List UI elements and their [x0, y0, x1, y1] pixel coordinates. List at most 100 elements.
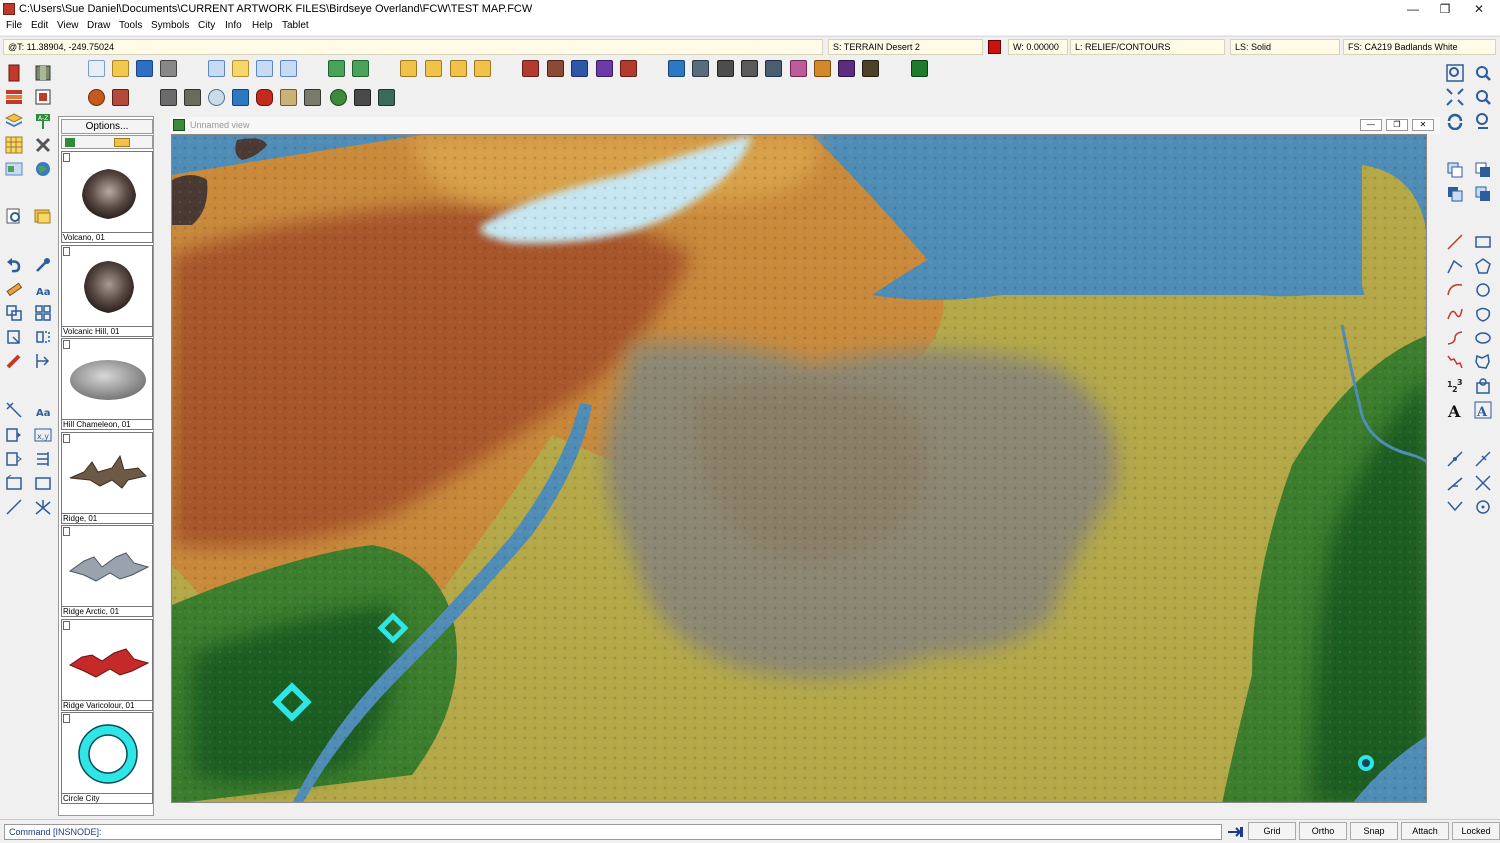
new-file-icon[interactable]	[88, 60, 105, 77]
fill-icon[interactable]	[5, 426, 23, 444]
draw-fractal-polygon-icon[interactable]	[1474, 353, 1492, 371]
explode-icon[interactable]	[5, 352, 23, 370]
eyedropper-icon[interactable]	[34, 256, 52, 274]
map-properties-icon[interactable]	[5, 160, 23, 178]
map-style-icon-1[interactable]	[668, 60, 685, 77]
style-icon-4[interactable]	[596, 60, 613, 77]
car-icon[interactable]	[256, 89, 273, 106]
one-icon[interactable]	[911, 60, 928, 77]
draw-arc-icon[interactable]	[1446, 281, 1464, 299]
send-back-icon[interactable]	[1474, 185, 1492, 203]
zoom-window-icon[interactable]	[1446, 64, 1464, 82]
view-close-button[interactable]: ✕	[1412, 119, 1434, 131]
command-history-icon[interactable]	[1226, 824, 1244, 840]
text-box-icon[interactable]: A	[1474, 401, 1492, 419]
leader-icon[interactable]	[1474, 450, 1492, 468]
import-icon[interactable]	[328, 60, 345, 77]
angle-icon[interactable]	[1446, 474, 1464, 492]
line-icon[interactable]	[5, 498, 23, 516]
menu-help[interactable]: Help	[252, 20, 273, 31]
layer-selector[interactable]: L: RELIEF/CONTOURS	[1070, 39, 1225, 55]
symbol-card-hill[interactable]: Hill Chameleon, 01	[61, 338, 153, 430]
map-style-icon-8[interactable]	[838, 60, 855, 77]
extend-icon[interactable]	[5, 450, 23, 468]
edit-document-icon[interactable]	[280, 60, 297, 77]
symbol-insert-icon[interactable]	[1474, 377, 1492, 395]
bearing-icon[interactable]	[1446, 498, 1464, 516]
menu-file[interactable]: File	[6, 20, 22, 31]
toolbox-icon[interactable]	[34, 64, 52, 82]
menu-info[interactable]: Info	[225, 20, 242, 31]
draw-ellipse-icon[interactable]	[1474, 329, 1492, 347]
map-marker-circle[interactable]	[1358, 755, 1374, 771]
rotate-icon[interactable]	[5, 328, 23, 346]
intersect-icon[interactable]	[34, 498, 52, 516]
copy-icon[interactable]	[1446, 161, 1464, 179]
snap-toggle[interactable]: Snap	[1350, 822, 1398, 840]
print-icon[interactable]	[160, 60, 177, 77]
undo-icon[interactable]	[5, 256, 23, 274]
move-icon[interactable]	[5, 304, 23, 322]
symbol-card-volcanic-hill[interactable]: Volcanic Hill, 01	[61, 244, 153, 337]
map-style-icon-4[interactable]	[741, 60, 758, 77]
grid-settings-icon[interactable]	[5, 136, 23, 154]
menu-tools[interactable]: Tools	[119, 20, 142, 31]
style-icon-5[interactable]	[620, 60, 637, 77]
menu-tablet[interactable]: Tablet	[282, 20, 309, 31]
grid-icon[interactable]	[378, 89, 395, 106]
picture-icon[interactable]	[232, 89, 249, 106]
locked-toggle[interactable]: Locked	[1452, 822, 1500, 840]
globe-icon[interactable]	[34, 160, 52, 178]
draw-spline-icon[interactable]	[1446, 329, 1464, 347]
align-icon[interactable]	[34, 352, 52, 370]
red-book-icon[interactable]	[5, 64, 23, 82]
draw-line-icon[interactable]	[1446, 233, 1464, 251]
save-icon[interactable]	[136, 60, 153, 77]
style-icon-1[interactable]	[522, 60, 539, 77]
document-icon[interactable]	[256, 60, 273, 77]
view-restore-button[interactable]: ❐	[1386, 119, 1408, 131]
sort-az-icon[interactable]: A-Z	[34, 112, 52, 130]
notes-icon[interactable]	[232, 60, 249, 77]
map-style-icon-9[interactable]	[862, 60, 879, 77]
table-icon[interactable]	[184, 89, 201, 106]
symbol-card-ridge-arctic[interactable]: Ridge Arctic, 01	[61, 525, 153, 617]
folder-tab-icon[interactable]	[114, 138, 130, 147]
command-line[interactable]: Command [INSNODE]:	[4, 824, 1222, 840]
symbol-card-circle-city[interactable]: Circle City	[61, 712, 153, 804]
trim-icon[interactable]	[5, 401, 23, 419]
draw-polygon-icon[interactable]	[1474, 257, 1492, 275]
draw-smooth-polygon-icon[interactable]	[1474, 305, 1492, 323]
sheet-selector[interactable]: S: TERRAIN Desert 2	[828, 39, 983, 55]
attach-toggle[interactable]: Attach	[1401, 822, 1449, 840]
line-style-selector[interactable]: LS: Solid	[1230, 39, 1340, 55]
catalog-folder-icon[interactable]	[474, 60, 491, 77]
chest-icon[interactable]	[280, 89, 297, 106]
text-tools-icon[interactable]: Aa	[34, 401, 52, 419]
symbol-card-ridge[interactable]: Ridge, 01	[61, 431, 153, 524]
notes-folder-icon[interactable]	[34, 207, 52, 225]
text-properties-icon[interactable]: Aa	[34, 280, 52, 298]
sheets-icon[interactable]	[5, 88, 23, 106]
cross-icon[interactable]	[1474, 474, 1492, 492]
menu-draw[interactable]: Draw	[87, 20, 110, 31]
map-style-icon-5[interactable]	[765, 60, 782, 77]
mirror-icon[interactable]	[34, 328, 52, 346]
wall-icon[interactable]	[160, 89, 177, 106]
grid-toggle[interactable]: Grid	[1248, 822, 1296, 840]
menu-city[interactable]: City	[198, 20, 215, 31]
window-select-icon[interactable]	[5, 474, 23, 492]
tree-icon[interactable]	[330, 89, 347, 106]
numbering-icon[interactable]: 123	[1446, 377, 1464, 395]
paste-icon[interactable]	[1474, 161, 1492, 179]
menu-view[interactable]: View	[57, 20, 79, 31]
catalog-open-icon[interactable]	[425, 60, 442, 77]
sheet-manager-icon[interactable]	[34, 88, 52, 106]
zoom-in-icon[interactable]	[1474, 64, 1492, 82]
map-style-icon-2[interactable]	[692, 60, 709, 77]
draw-circle-icon[interactable]	[1474, 281, 1492, 299]
layers-icon[interactable]	[5, 112, 23, 130]
map-style-icon-3[interactable]	[717, 60, 734, 77]
draw-fractal-icon[interactable]	[1446, 353, 1464, 371]
stamp-icon[interactable]	[354, 89, 371, 106]
